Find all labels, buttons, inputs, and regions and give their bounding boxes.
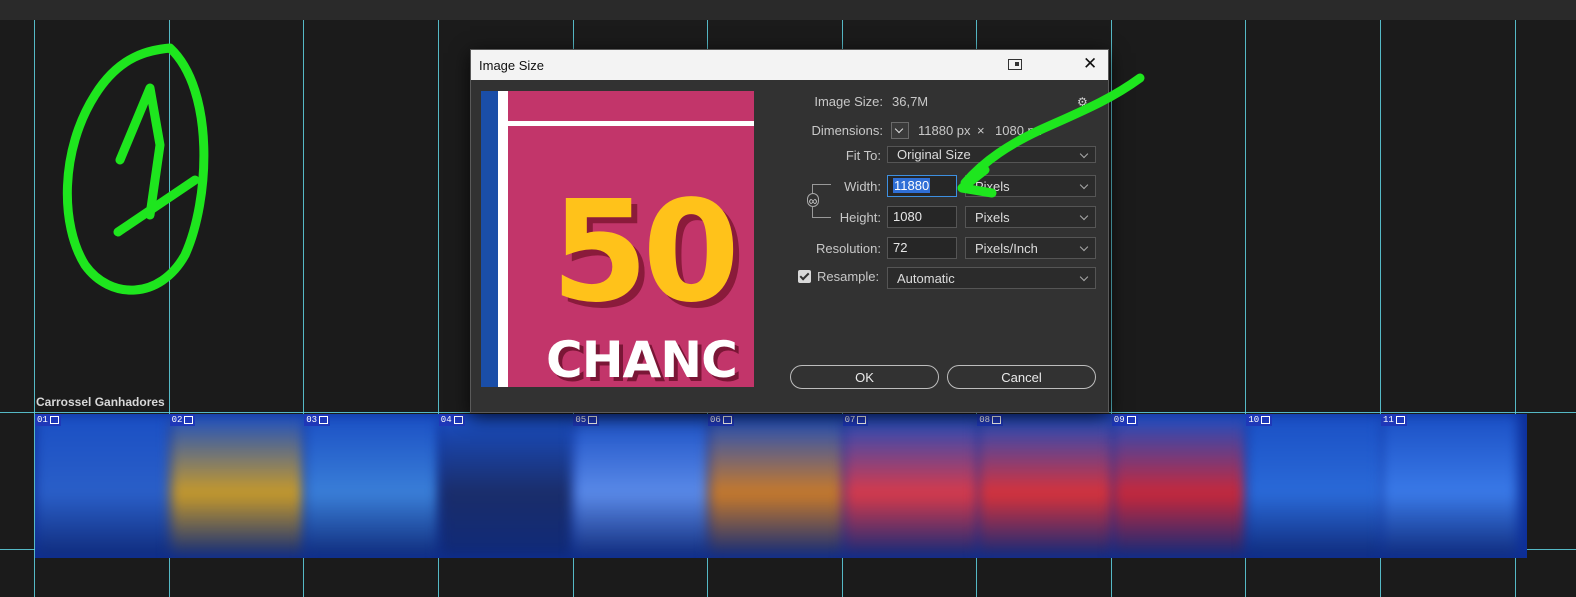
slide-number: 02 [171,415,183,425]
slide-number: 11 [1383,415,1394,425]
width-input[interactable]: 11880 [887,175,957,197]
carousel-slide[interactable] [438,414,576,558]
carousel-slide[interactable] [708,414,845,558]
preview-big-number: 50 [551,171,740,334]
height-unit-value: Pixels [975,210,1010,225]
preview-white-border [508,121,754,126]
carousel-slide[interactable] [169,414,307,558]
dimensions-width: 11880 px [918,123,971,138]
slide-number: 01 [37,415,48,425]
artboard-icon [1126,415,1136,424]
height-input[interactable]: 1080 [887,206,957,228]
slide-number-tag: 09 [1111,414,1138,426]
gear-icon[interactable]: ⚙. [1077,95,1091,109]
carousel-slide[interactable] [1111,414,1249,558]
slide-number-tag: 03 [304,414,330,426]
height-label: Height: [839,210,881,225]
artboard-icon [184,415,194,424]
cancel-button[interactable]: Cancel [947,365,1096,389]
resample-label: Resample: [817,269,880,284]
carousel-slide[interactable] [304,414,441,558]
dimensions-times: × [977,123,985,138]
carousel-slide[interactable] [1246,414,1383,558]
preview-white-border [498,91,508,387]
carousel-slide[interactable] [573,414,710,558]
dialog-title-bar[interactable]: Image Size ✕ [471,50,1108,80]
slide-number-tag: 07 [842,414,869,426]
constrain-proportions-link-icon[interactable]: ∞ [807,193,819,208]
carousel-slide[interactable] [35,414,172,558]
artboard-icon [1261,415,1271,424]
width-unit-value: Pixels [975,179,1010,194]
fit-to-select[interactable]: Original Size [887,146,1096,163]
slide-number: 07 [844,415,856,425]
fit-to-value: Original Size [897,147,971,162]
resolution-unit-select[interactable]: Pixels/Inch [965,237,1096,259]
resample-checkbox[interactable] [798,270,811,283]
artboard-icon [857,415,867,424]
chevron-down-icon [1079,211,1089,221]
resample-value: Automatic [897,271,955,286]
artboard-icon [588,415,598,424]
dimensions-unit-dropdown[interactable] [891,122,909,139]
slide-number: 06 [710,415,721,425]
slide-number: 08 [979,415,990,425]
artboard-icon [49,415,59,424]
resolution-input[interactable]: 72 [887,237,957,259]
slide-number: 09 [1113,415,1125,425]
app-top-bar [0,0,1576,20]
chevron-down-icon [1079,149,1089,159]
fit-to-label: Fit To: [845,148,881,163]
slide-number-tag: 02 [169,414,196,426]
dimensions-label: Dimensions: [811,123,883,138]
height-input-value: 1080 [893,209,922,224]
slide-number-tag: 08 [977,414,1003,426]
resolution-input-value: 72 [893,240,908,255]
chevron-down-icon [1079,242,1089,252]
ok-button[interactable]: OK [790,365,939,389]
resolution-label: Resolution: [815,241,881,256]
artboard-icon [319,415,328,424]
slide-number-tag: 04 [438,414,465,426]
carousel-strip[interactable] [35,414,1527,558]
artboard-icon [1395,415,1405,424]
resample-select[interactable]: Automatic [887,267,1096,289]
resolution-unit-value: Pixels/Inch [975,241,1038,256]
artboard-icon [453,415,463,424]
slide-number: 05 [575,415,587,425]
artboard-label[interactable]: Carrossel Ganhadores [36,395,165,409]
image-size-label: Image Size: [814,94,883,109]
image-size-dialog: Image Size ✕ 50 CHANC Image Size: 36,7M … [470,49,1109,413]
carousel-slide[interactable] [1381,414,1518,558]
width-unit-select[interactable]: Pixels [965,175,1096,197]
slide-number-tag: 05 [573,414,600,426]
close-icon[interactable]: ✕ [1083,54,1097,74]
chevron-down-icon [1079,180,1089,190]
dialog-title: Image Size [479,58,545,73]
width-label: Width: [844,179,881,194]
slide-number-tag: 10 [1246,414,1273,426]
artboard-icon [722,415,732,424]
image-preview[interactable]: 50 CHANC [481,91,754,387]
preview-word: CHANC [546,331,738,387]
slide-number: 03 [306,415,317,425]
slide-number-tag: 06 [708,414,734,426]
slide-number: 10 [1248,415,1260,425]
chevron-down-icon [1079,272,1089,282]
slide-number-tag: 11 [1381,414,1407,426]
width-input-value: 11880 [893,178,931,193]
carousel-slide[interactable] [842,414,980,558]
slide-number: 04 [440,415,452,425]
artboard-icon [992,415,1001,424]
restore-icon[interactable] [1008,59,1022,70]
dimensions-height: 1080 px [995,123,1042,138]
image-size-value: 36,7M [892,94,929,109]
carousel-slide[interactable] [977,414,1114,558]
height-unit-select[interactable]: Pixels [965,206,1096,228]
slide-number-tag: 01 [35,414,61,426]
preview-blue-edge [481,91,498,387]
